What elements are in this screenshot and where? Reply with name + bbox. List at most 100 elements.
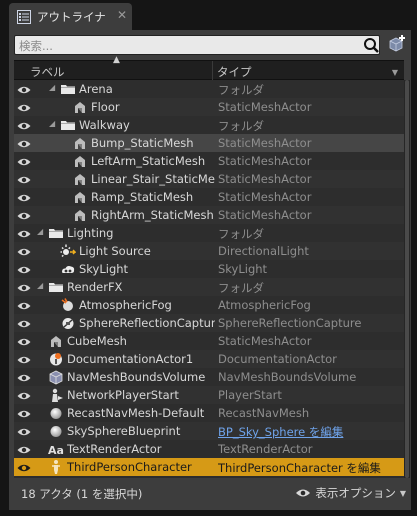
visibility-eye-icon[interactable] — [17, 300, 31, 310]
row-label: SphereReflectionCapture — [79, 316, 215, 330]
tree-row[interactable]: SphereReflectionCapture SphereReflectionC… — [14, 314, 404, 332]
column-divider[interactable] — [212, 61, 213, 81]
chevron-down-icon: ▼ — [399, 488, 406, 498]
folder-icon — [48, 225, 64, 241]
search-row — [14, 35, 406, 55]
row-label: ThirdPersonCharacter — [67, 460, 192, 474]
row-type: StaticMeshActor — [218, 172, 312, 186]
row-label: RenderFX — [67, 280, 123, 294]
tree-row[interactable]: RightArm_StaticMesh StaticMeshActor — [14, 206, 404, 224]
outliner-panel: ▲ ラベル タイプ ▼ ◢ Arena フォルダ Floor StaticMeshAct… — [9, 30, 411, 510]
tree-row[interactable]: Ramp_StaticMesh StaticMeshActor — [14, 188, 404, 206]
visibility-eye-icon[interactable] — [17, 444, 31, 454]
tree-row[interactable]: ◢ Walkway フォルダ — [14, 116, 404, 134]
visibility-eye-icon[interactable] — [17, 84, 31, 94]
expand-arrow-icon[interactable]: ◢ — [49, 82, 59, 94]
row-label: NetworkPlayerStart — [67, 388, 179, 402]
sphere-reflection-icon — [60, 315, 76, 331]
row-type: フォルダ — [218, 281, 264, 295]
tree-row[interactable]: ◢ RenderFX フォルダ — [14, 278, 404, 296]
visibility-eye-icon[interactable] — [17, 372, 31, 382]
tree-row[interactable]: NavMeshBoundsVolume NavMeshBoundsVolume — [14, 368, 404, 386]
sort-arrow-icon[interactable]: ▲ — [113, 55, 120, 65]
row-label: SkyLight — [79, 262, 129, 276]
scrollbar-thumb[interactable] — [405, 80, 409, 478]
tree-row[interactable]: ThirdPersonCharacter ThirdPersonCharacter… — [14, 458, 404, 476]
folder-icon — [60, 117, 76, 133]
tree-row[interactable]: Floor StaticMeshActor — [14, 98, 404, 116]
sky-light-icon — [60, 261, 76, 277]
actor-tree: ◢ Arena フォルダ Floor StaticMeshActor ◢ Walkway フォ… — [14, 80, 404, 478]
visibility-eye-icon[interactable] — [17, 174, 31, 184]
visibility-eye-icon[interactable] — [17, 354, 31, 364]
column-type-header[interactable]: タイプ — [217, 64, 252, 80]
sphere-icon — [48, 405, 64, 421]
tree-row[interactable]: NetworkPlayerStart PlayerStart — [14, 386, 404, 404]
search-icon[interactable] — [363, 37, 380, 54]
row-type: フォルダ — [218, 227, 264, 241]
visibility-eye-icon[interactable] — [17, 282, 31, 292]
row-type: フォルダ — [218, 83, 264, 97]
tree-row[interactable]: Aa TextRenderActor TextRenderActor — [14, 440, 404, 458]
search-input[interactable] — [19, 38, 349, 53]
atmospheric-fog-icon — [60, 297, 76, 313]
tree-row[interactable]: AtmosphericFog AtmosphericFog — [14, 296, 404, 314]
row-label: RecastNavMesh-Default — [67, 406, 205, 420]
visibility-eye-icon[interactable] — [17, 192, 31, 202]
visibility-eye-icon[interactable] — [17, 336, 31, 346]
tree-row[interactable]: Light Source DirectionalLight — [14, 242, 404, 260]
row-label: DocumentationActor1 — [67, 352, 194, 366]
column-menu-icon[interactable]: ▼ — [392, 68, 398, 77]
visibility-eye-icon[interactable] — [17, 264, 31, 274]
row-type: SphereReflectionCapture — [218, 316, 362, 330]
scrollbar[interactable] — [404, 80, 410, 478]
visibility-eye-icon[interactable] — [17, 390, 31, 400]
row-type: DirectionalLight — [218, 244, 309, 258]
row-type: フォルダ — [218, 119, 264, 133]
row-label: Lighting — [67, 226, 114, 240]
edit-blueprint-link[interactable]: BP_Sky_Sphere を編集 — [218, 424, 402, 440]
visibility-eye-icon[interactable] — [17, 120, 31, 130]
tree-row[interactable]: DocumentationActor1 DocumentationActor — [14, 350, 404, 368]
visibility-eye-icon[interactable] — [17, 102, 31, 112]
visibility-eye-icon[interactable] — [17, 426, 31, 436]
tab-title: アウトライナ — [37, 9, 106, 24]
view-options-button[interactable]: 表示オプション ▼ — [295, 484, 406, 502]
search-box — [14, 35, 380, 55]
close-icon[interactable]: ✕ — [117, 8, 127, 22]
visibility-eye-icon[interactable] — [17, 138, 31, 148]
tree-row[interactable]: ◢ Arena フォルダ — [14, 80, 404, 98]
visibility-eye-icon[interactable] — [17, 156, 31, 166]
row-type: StaticMeshActor — [218, 334, 312, 348]
svg-text:Aa: Aa — [48, 444, 64, 457]
row-label: LeftArm_StaticMesh — [91, 154, 206, 168]
expand-arrow-icon[interactable]: ◢ — [37, 226, 47, 238]
column-label-header[interactable]: ラベル — [30, 64, 65, 80]
navmesh-bounds-icon — [48, 369, 64, 385]
visibility-eye-icon[interactable] — [17, 408, 31, 418]
tree-row[interactable]: RecastNavMesh-Default RecastNavMesh — [14, 404, 404, 422]
tree-row[interactable]: Bump_StaticMesh StaticMeshActor — [14, 134, 404, 152]
visibility-eye-icon[interactable] — [17, 210, 31, 220]
tree-row[interactable]: LeftArm_StaticMesh StaticMeshActor — [14, 152, 404, 170]
tab-outliner[interactable]: アウトライナ ✕ — [9, 3, 132, 30]
visibility-eye-icon[interactable] — [17, 246, 31, 256]
row-label: Bump_StaticMesh — [91, 136, 194, 150]
tree-row[interactable]: SkyLight SkyLight — [14, 260, 404, 278]
visibility-eye-icon[interactable] — [17, 462, 31, 472]
tree-row[interactable]: Linear_Stair_StaticMesh StaticMeshActor — [14, 170, 404, 188]
expand-arrow-icon[interactable]: ◢ — [49, 118, 59, 130]
row-type: PlayerStart — [218, 388, 282, 402]
tree-row[interactable]: SkySphereBlueprint BP_Sky_Sphere を編集 — [14, 422, 404, 440]
row-type: DocumentationActor — [218, 352, 337, 366]
expand-arrow-icon[interactable]: ◢ — [37, 280, 47, 292]
add-actor-icon[interactable] — [386, 35, 406, 55]
edit-blueprint-link[interactable]: ThirdPersonCharacter を編集 — [218, 460, 402, 476]
row-label: NavMeshBoundsVolume — [67, 370, 206, 384]
tree-row[interactable]: CubeMesh StaticMeshActor — [14, 332, 404, 350]
visibility-eye-icon[interactable] — [17, 228, 31, 238]
tab-bar: アウトライナ ✕ — [0, 0, 417, 30]
row-type: StaticMeshActor — [218, 154, 312, 168]
tree-row[interactable]: ◢ Lighting フォルダ — [14, 224, 404, 242]
visibility-eye-icon[interactable] — [17, 318, 31, 328]
